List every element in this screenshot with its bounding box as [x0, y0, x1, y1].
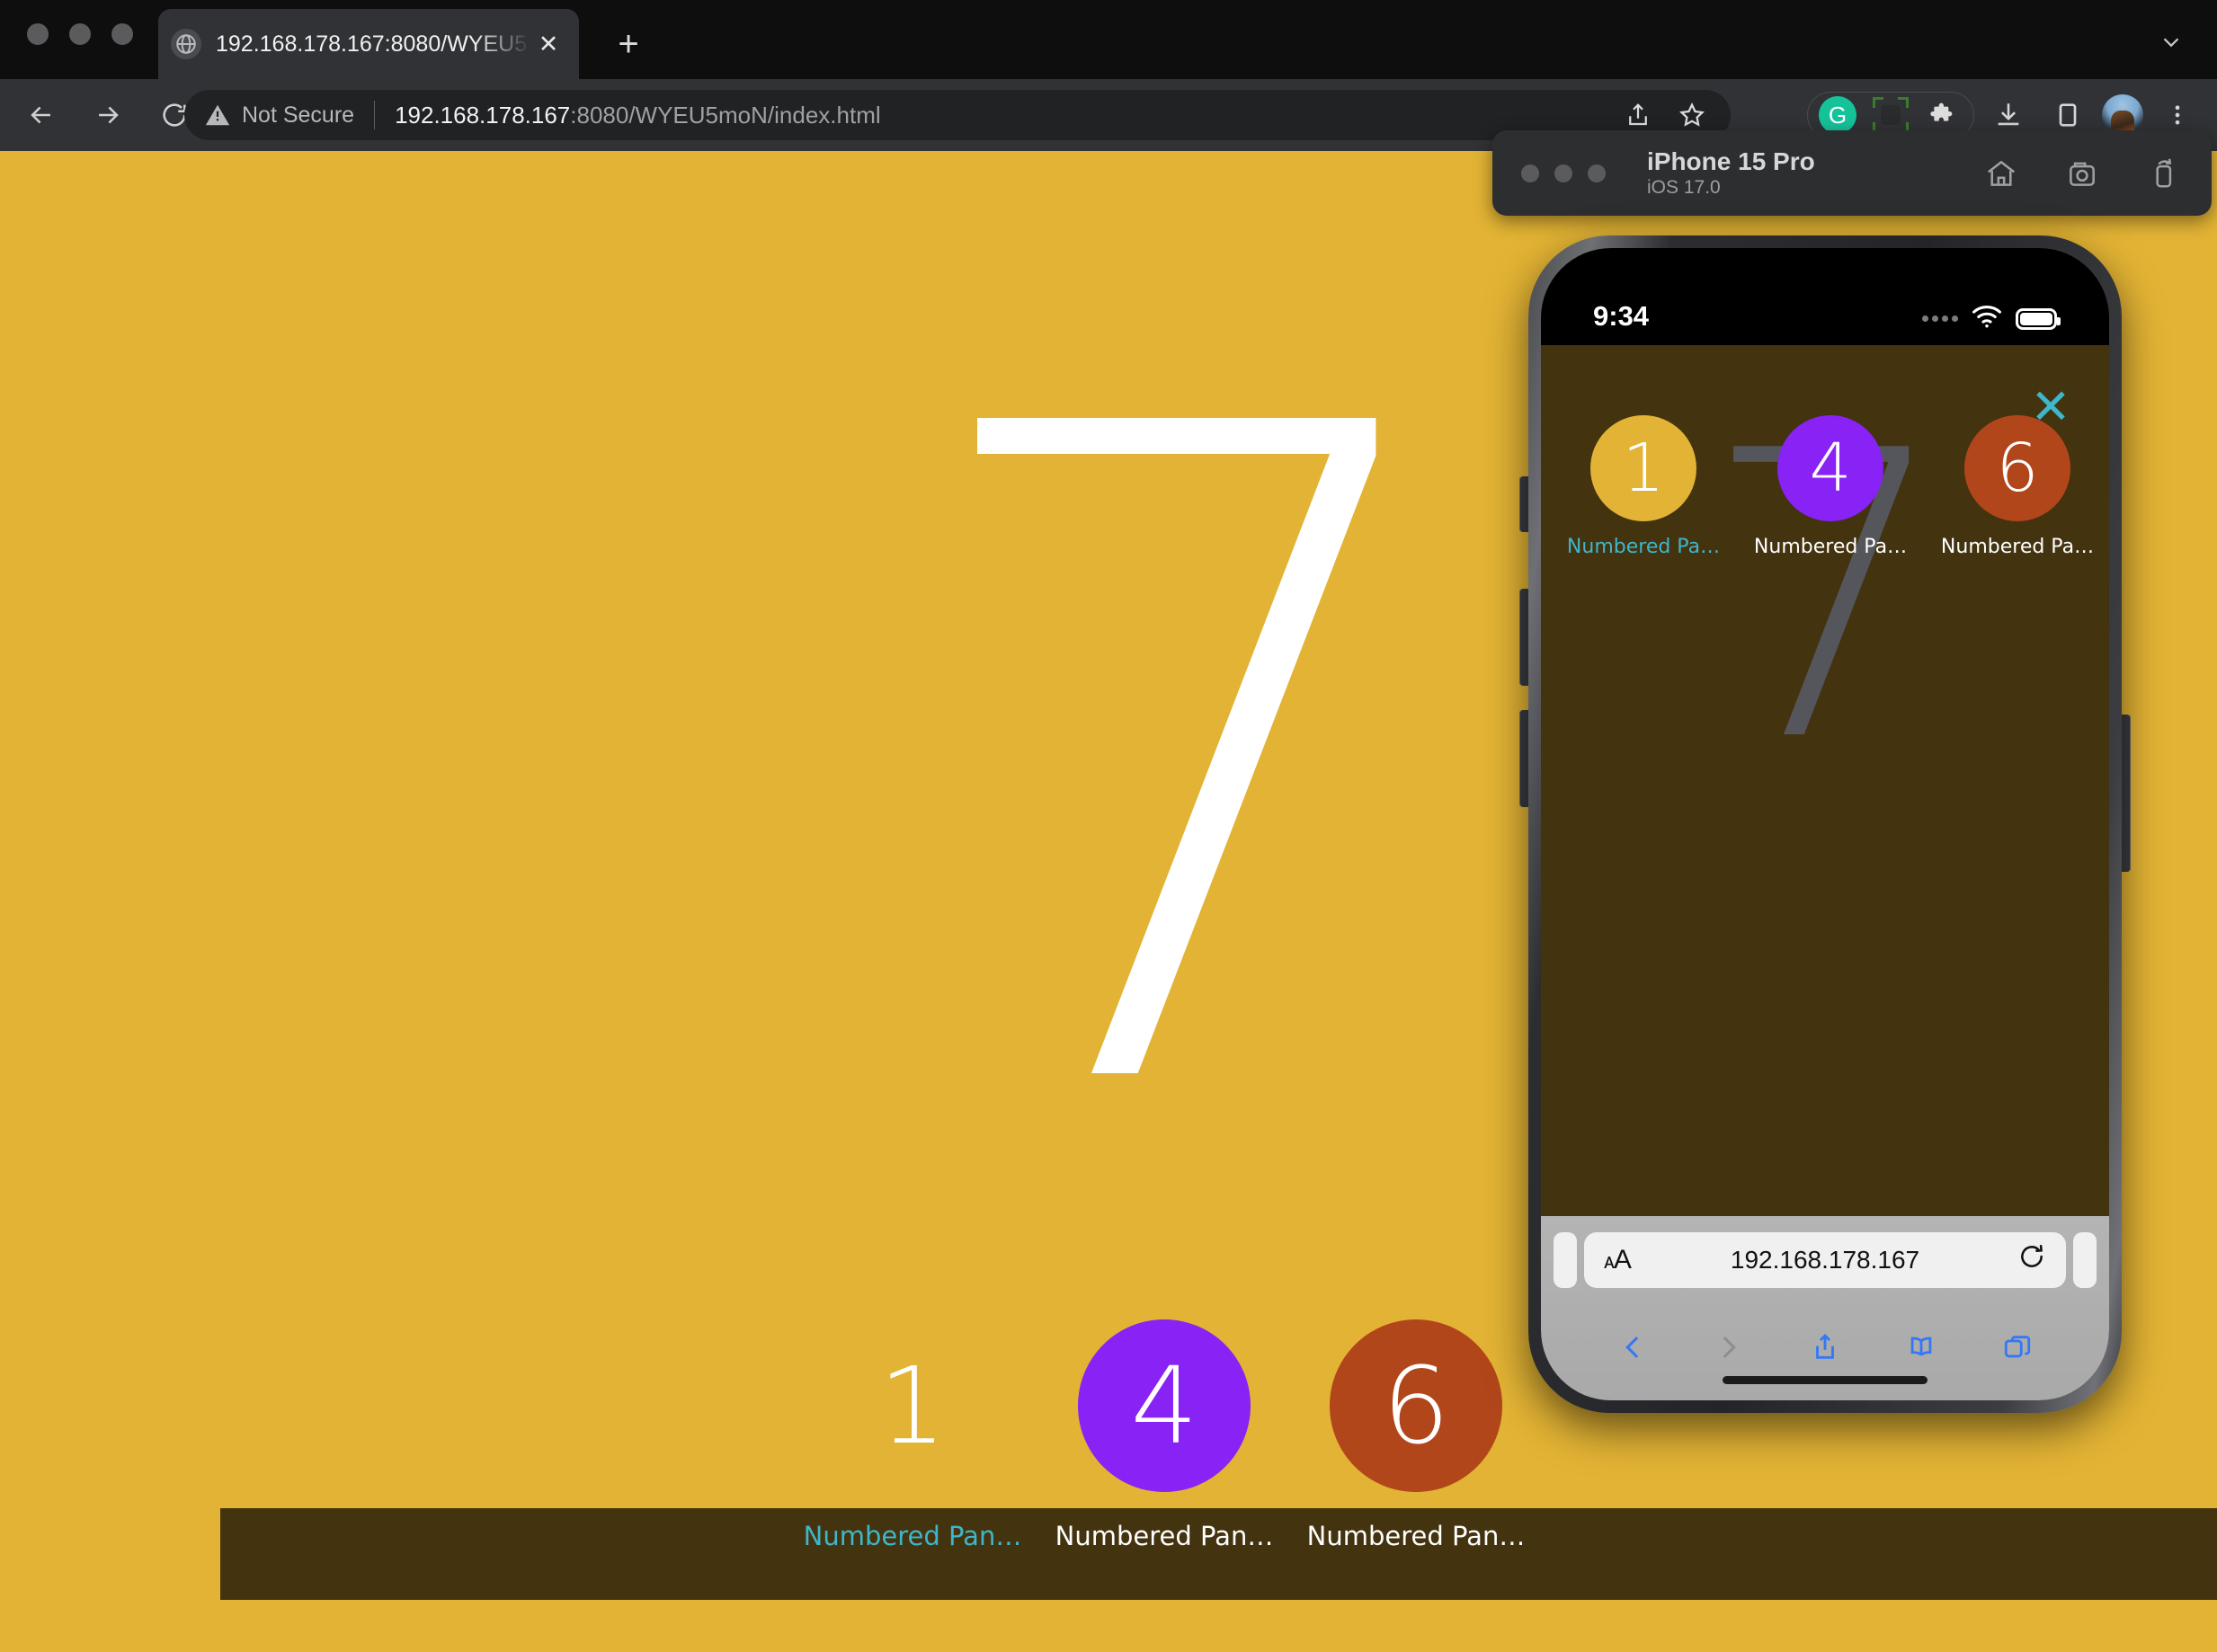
- browser-tab-title: 192.168.178.167:8080/WYEU5: [216, 31, 528, 57]
- webview-numbered-panel[interactable]: 4 Numbered Pa…: [1742, 415, 1919, 558]
- wifi-icon: [1971, 305, 2003, 333]
- security-status-label: Not Secure: [242, 102, 355, 128]
- ios-status-bar: 9:34: [1541, 248, 2109, 345]
- panel-label-6[interactable]: Numbered Pan…: [1307, 1521, 1526, 1551]
- numbered-panels-row: 1 Numbered Pan… 4 Numbered Pan… 6 Number…: [800, 1319, 1528, 1551]
- simulator-device-info: iPhone 15 Pro iOS 17.0: [1647, 147, 1815, 199]
- window-traffic-lights: [27, 23, 133, 45]
- safari-next-tab-stub[interactable]: [2073, 1232, 2097, 1288]
- reload-icon[interactable]: [2017, 1242, 2046, 1278]
- status-bar-indicators: [1922, 305, 2061, 333]
- webview-panel-label-4[interactable]: Numbered Pa…: [1754, 536, 1907, 558]
- omnibox-divider: [374, 101, 376, 129]
- omnibox-actions: [1619, 96, 1711, 134]
- iphone-device-frame: 9:34 7 ✕ 1 Numbered Pa… 4 Numbered Pa… 6…: [1528, 235, 2122, 1413]
- safari-webview: 7 ✕ 1 Numbered Pa… 4 Numbered Pa… 6 Numb…: [1541, 345, 2109, 1216]
- screen: 192.168.178.167:8080/WYEU5 ✕ + Not Secur…: [0, 0, 2217, 1652]
- minimize-window-button[interactable]: [69, 23, 91, 45]
- star-icon[interactable]: [1673, 96, 1711, 134]
- numbered-panel[interactable]: 6 Numbered Pan…: [1304, 1319, 1528, 1551]
- status-bar-clock: 9:34: [1593, 300, 1650, 332]
- camera-screenshot-icon[interactable]: [2062, 154, 2102, 193]
- numbered-panel[interactable]: 4 Numbered Pan…: [1052, 1319, 1277, 1551]
- close-window-button[interactable]: [27, 23, 49, 45]
- share-icon[interactable]: [1619, 96, 1657, 134]
- grammarly-icon[interactable]: G: [1819, 96, 1856, 134]
- screen-capture-icon[interactable]: [1873, 97, 1909, 133]
- chevron-down-icon[interactable]: [2149, 20, 2194, 65]
- simulator-actions: [1981, 154, 2183, 193]
- browser-tab-strip: 192.168.178.167:8080/WYEU5 ✕ +: [0, 0, 2217, 79]
- safari-prev-tab-stub[interactable]: [1554, 1232, 1577, 1288]
- webview-panel-bubble-1[interactable]: 1: [1590, 415, 1696, 521]
- simulator-title-bar: iPhone 15 Pro iOS 17.0: [1492, 130, 2212, 216]
- browser-tab[interactable]: 192.168.178.167:8080/WYEU5 ✕: [158, 9, 579, 79]
- webview-panel-label-1[interactable]: Numbered Pa…: [1567, 536, 1720, 558]
- warning-triangle-icon: [204, 102, 231, 129]
- webview-panel-label-6[interactable]: Numbered Pa…: [1941, 536, 2094, 558]
- simulator-zoom-button[interactable]: [1588, 164, 1606, 182]
- url-path: :8080/WYEU5moN/index.html: [570, 101, 881, 129]
- simulator-device-name: iPhone 15 Pro: [1647, 147, 1815, 175]
- new-tab-button[interactable]: +: [604, 20, 653, 68]
- panel-bubble-1[interactable]: 1: [826, 1319, 999, 1492]
- webview-numbered-panels-row: 1 Numbered Pa… 4 Numbered Pa… 6 Numbered…: [1555, 415, 2106, 558]
- simulator-os-version: iOS 17.0: [1647, 177, 1721, 198]
- rotate-device-icon[interactable]: [2143, 154, 2183, 193]
- url-host: 192.168.178.167: [395, 101, 571, 129]
- book-icon[interactable]: [1874, 1332, 1970, 1363]
- simulator-close-button[interactable]: [1521, 164, 1539, 182]
- extensions-puzzle-icon[interactable]: [1925, 96, 1963, 134]
- simulator-minimize-button[interactable]: [1554, 164, 1572, 182]
- big-digit-display: 7: [904, 239, 1476, 1285]
- home-icon[interactable]: [1981, 154, 2021, 193]
- panel-label-4[interactable]: Numbered Pan…: [1055, 1521, 1274, 1551]
- panel-label-1[interactable]: Numbered Pan…: [804, 1521, 1022, 1551]
- webview-numbered-panel[interactable]: 1 Numbered Pa…: [1555, 415, 1732, 558]
- iphone-screen: 9:34 7 ✕ 1 Numbered Pa… 4 Numbered Pa… 6…: [1541, 248, 2109, 1400]
- battery-full-icon: [2016, 307, 2061, 330]
- simulator-traffic-lights: [1521, 164, 1606, 182]
- safari-address-field[interactable]: ᴀA 192.168.178.167: [1584, 1232, 2066, 1288]
- arrow-right-icon[interactable]: [81, 88, 135, 142]
- panel-bubble-6[interactable]: 6: [1330, 1319, 1502, 1492]
- arrow-left-icon[interactable]: [14, 88, 68, 142]
- safari-toolbar: [1541, 1293, 2109, 1400]
- numbered-panel[interactable]: 1 Numbered Pan…: [800, 1319, 1025, 1551]
- cellular-signal-icon: [1922, 315, 1958, 322]
- zoom-window-button[interactable]: [111, 23, 133, 45]
- tabs-icon[interactable]: [1970, 1332, 2066, 1363]
- address-bar-url: 192.168.178.167:8080/WYEU5moN/index.html: [395, 102, 881, 129]
- safari-url-text: 192.168.178.167: [1730, 1246, 1920, 1274]
- safari-url-row: ᴀA 192.168.178.167: [1541, 1216, 2109, 1293]
- webview-panel-bubble-6[interactable]: 6: [1964, 415, 2070, 521]
- globe-icon: [171, 29, 201, 59]
- webview-numbered-panel[interactable]: 6 Numbered Pa…: [1929, 415, 2106, 558]
- safari-bottom-bar: ᴀA 192.168.178.167: [1541, 1216, 2109, 1400]
- chevron-right-icon[interactable]: [1680, 1332, 1776, 1363]
- panel-bubble-4[interactable]: 4: [1078, 1319, 1251, 1492]
- webview-panel-bubble-4[interactable]: 4: [1777, 415, 1883, 521]
- home-indicator: [1723, 1376, 1928, 1384]
- chevron-left-icon[interactable]: [1584, 1332, 1680, 1363]
- share-icon[interactable]: [1776, 1332, 1873, 1363]
- close-icon[interactable]: ✕: [530, 26, 566, 62]
